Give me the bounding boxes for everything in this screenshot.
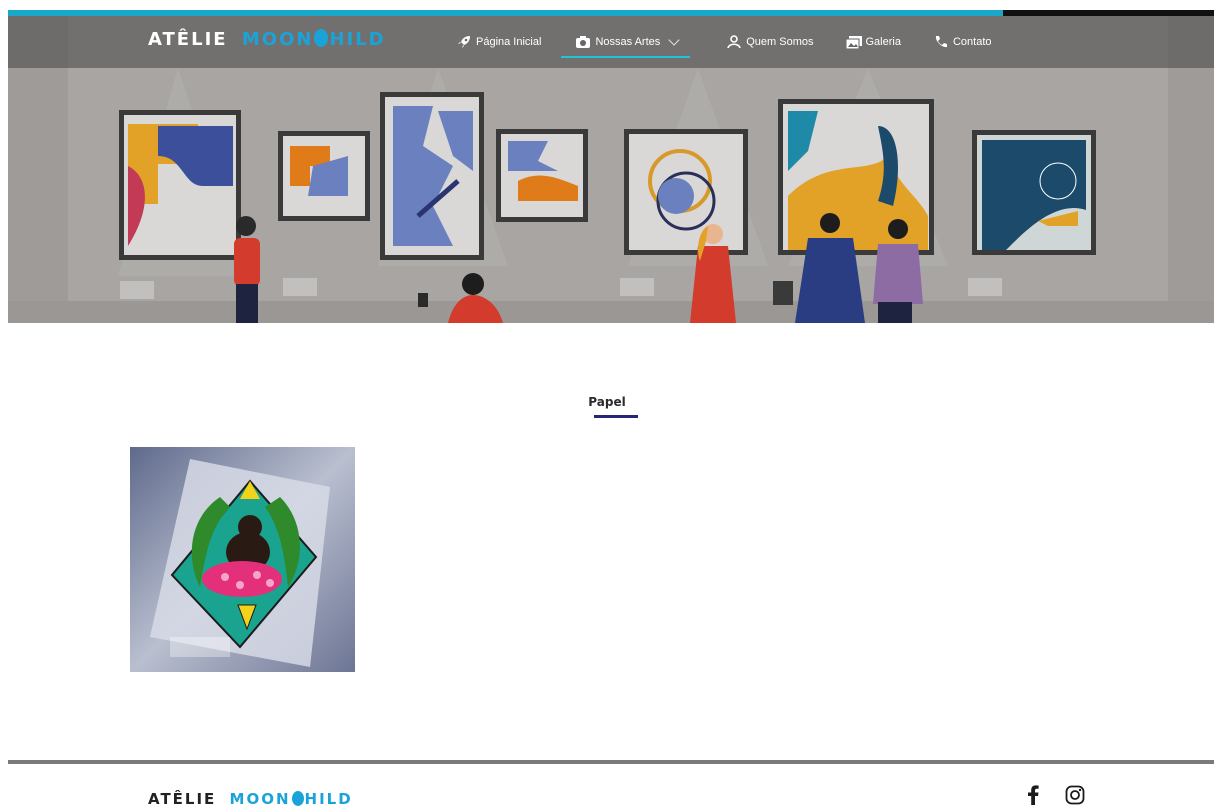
rocket-icon (456, 34, 472, 50)
instagram-icon[interactable] (1064, 784, 1086, 806)
users-icon (726, 34, 742, 50)
nav-item-label: Quem Somos (746, 36, 814, 48)
footer-divider (8, 760, 1214, 764)
brand-logo-moon: MOON (241, 29, 314, 50)
nav-item-quem-somos[interactable]: Quem Somos (726, 16, 814, 68)
facebook-icon[interactable] (1022, 784, 1044, 806)
brand-logo-first: ATÊLIE (148, 29, 228, 50)
main-nav: Página Inicial Nossas Artes Quem Somos G… (456, 16, 992, 68)
nav-item-label: Página Inicial (476, 36, 542, 48)
artwork-thumbnail[interactable] (130, 447, 355, 672)
category-title: Papel (588, 395, 626, 409)
crescent-moon-icon (291, 791, 304, 806)
nav-item-label: Contato (952, 36, 992, 48)
footer-brand-logo[interactable]: ATÊLIE MOON HILD (148, 790, 353, 808)
phone-icon (933, 34, 949, 50)
artwork-image (130, 447, 355, 672)
nav-item-nossas-artes[interactable]: Nossas Artes (561, 16, 691, 68)
chevron-down-icon (668, 33, 680, 46)
category-title-underline (594, 415, 638, 418)
nav-item-label: Nossas Artes (595, 36, 661, 48)
brand-logo[interactable]: ATÊLIE MOON HILD (148, 29, 386, 50)
camera-icon (575, 34, 591, 50)
crescent-moon-icon (314, 29, 329, 47)
nav-item-label: Galeria (865, 36, 901, 48)
images-icon (845, 34, 862, 50)
footer-brand-moon: MOON (229, 790, 291, 808)
nav-item-galeria[interactable]: Galeria (845, 16, 901, 68)
nav-item-pagina-inicial[interactable]: Página Inicial (456, 16, 541, 68)
brand-logo-child: HILD (329, 29, 386, 50)
top-navbar: ATÊLIE MOON HILD Página Inicial Nossas Ar… (8, 16, 1214, 68)
nav-item-contato[interactable]: Contato (933, 16, 992, 68)
footer-brand-first: ATÊLIE (148, 790, 217, 808)
footer-brand-child: HILD (304, 790, 353, 808)
